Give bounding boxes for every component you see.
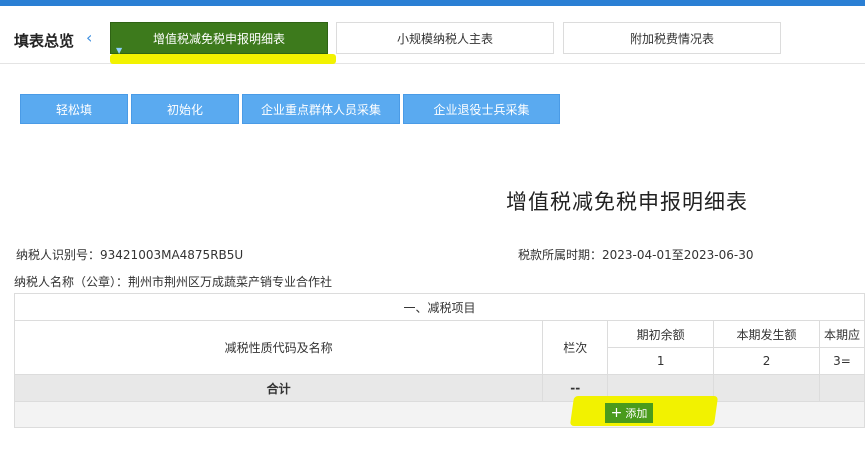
plus-icon: +: [610, 405, 623, 421]
tax-period-value: 2023-04-01至2023-06-30: [602, 248, 754, 262]
veteran-collect-button[interactable]: 企业退役士兵采集: [403, 94, 560, 124]
taxpayer-name-label: 纳税人名称（公章）：: [14, 275, 129, 289]
total-current[interactable]: [713, 374, 820, 402]
add-button[interactable]: + 添加: [605, 403, 653, 423]
col-number-3: 3=: [819, 347, 865, 375]
header-due: 本期应: [819, 320, 865, 348]
tab-surcharge[interactable]: 附加税费情况表: [563, 22, 781, 54]
tab-vat-reduction-detail[interactable]: 增值税减免税申报明细表: [110, 22, 328, 54]
section-title: 一、减税项目: [14, 293, 865, 321]
taxpayer-id-value: 93421003MA4875RB5U: [100, 248, 244, 262]
tab-label: 增值税减免税申报明细表: [152, 31, 285, 46]
header-current: 本期发生额: [713, 320, 820, 348]
header-code-name: 减税性质代码及名称: [13, 320, 544, 375]
col-number-1: 1: [607, 347, 715, 375]
taxpayer-id: 纳税人识别号：93421003MA4875RB5U: [16, 246, 243, 263]
highlight-mark: [110, 54, 336, 64]
total-due[interactable]: [819, 374, 865, 402]
easy-fill-button[interactable]: 轻松填: [20, 94, 128, 124]
page-title: 填表总览: [14, 32, 75, 50]
tab-small-taxpayer-main[interactable]: 小规模纳税人主表: [336, 22, 554, 54]
nav-bar: 填表总览 ‹ 增值税减免税申报明细表 ▼ 小规模纳税人主表 附加税费情况表: [0, 6, 865, 64]
reduction-table: 一、减税项目 减税性质代码及名称 栏次 期初余额 本期发生额 本期应 1 2 3…: [13, 293, 865, 428]
header-line: 栏次: [542, 320, 609, 375]
tax-period-label: 税款所属时期：: [518, 248, 603, 262]
tax-period: 税款所属时期：2023-04-01至2023-06-30: [518, 246, 754, 263]
taxpayer-name: 纳税人名称（公章）：荆州市荆州区万成蔬菜产销专业合作社: [14, 273, 332, 290]
add-button-label: 添加: [625, 407, 648, 420]
key-group-collect-button[interactable]: 企业重点群体人员采集: [242, 94, 400, 124]
col-number-2: 2: [713, 347, 820, 375]
initialize-button[interactable]: 初始化: [131, 94, 239, 124]
document-title: 增值税减免税申报明细表: [506, 190, 748, 214]
add-row: [14, 401, 865, 428]
taxpayer-id-label: 纳税人识别号：: [16, 248, 101, 262]
header-opening: 期初余额: [607, 320, 715, 348]
chevron-left-icon[interactable]: ‹: [86, 28, 92, 47]
caret-icon: ▼: [116, 46, 123, 55]
tab-label: 小规模纳税人主表: [396, 31, 493, 46]
taxpayer-name-value: 荆州市荆州区万成蔬菜产销专业合作社: [128, 275, 333, 289]
total-label: 合计: [13, 374, 544, 402]
tab-label: 附加税费情况表: [629, 31, 714, 46]
